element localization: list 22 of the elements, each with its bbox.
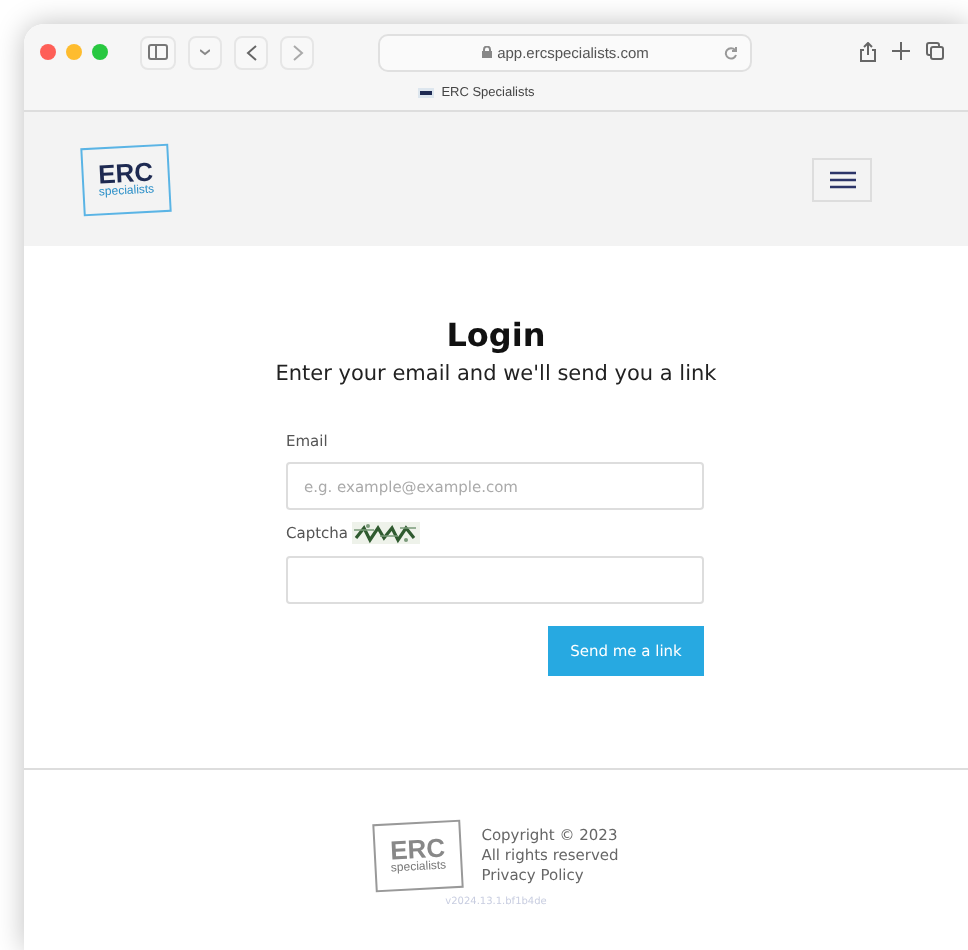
sidebar-icon <box>148 44 168 60</box>
close-dot[interactable] <box>40 44 56 60</box>
chevron-right-icon <box>291 43 303 61</box>
tabs-icon[interactable] <box>926 42 944 60</box>
login-title: Login <box>446 316 546 354</box>
menu-button[interactable] <box>812 157 872 201</box>
chevron-left-icon <box>245 43 257 61</box>
sidebar-button[interactable] <box>140 35 176 69</box>
favicon <box>417 88 434 98</box>
chevron-down-icon <box>200 48 210 56</box>
zoom-dot[interactable] <box>92 44 108 60</box>
plus-icon[interactable] <box>892 42 910 60</box>
minimize-dot[interactable] <box>66 44 82 60</box>
back-button[interactable] <box>234 35 268 69</box>
menu-icon <box>829 169 855 189</box>
forward-button[interactable] <box>280 35 314 69</box>
reload-icon[interactable] <box>724 45 738 59</box>
login-subtitle: Enter your email and we'll send you a link <box>275 362 717 386</box>
captcha-field[interactable] <box>286 556 704 604</box>
lock-icon <box>481 46 492 58</box>
dropdown-button[interactable] <box>188 35 222 69</box>
share-icon[interactable] <box>860 42 876 62</box>
